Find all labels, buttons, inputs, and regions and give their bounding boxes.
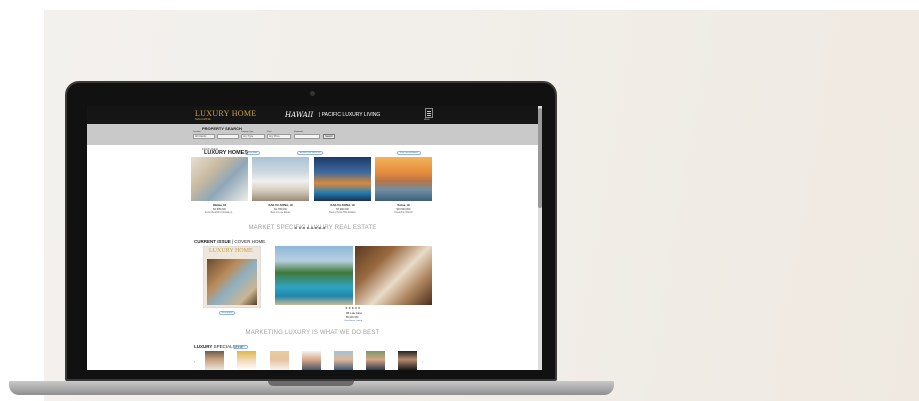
listing-photo[interactable] — [191, 157, 248, 201]
specialist-avatar[interactable] — [334, 351, 353, 370]
field-label-type: Property Type — [241, 131, 254, 133]
carousel-dots[interactable] — [295, 216, 335, 229]
listing-photo[interactable] — [252, 157, 309, 201]
menu-button[interactable] — [425, 108, 433, 118]
listing-card[interactable]: KAILUA-KONA, HI $1,799,000 Best in Luxe … — [252, 157, 309, 214]
property-search-bar: PROPERTY SEARCH Location All Islands Pro… — [87, 124, 538, 145]
location-select[interactable]: All Islands — [193, 134, 215, 139]
hamburger-icon-line — [427, 113, 431, 114]
cover-home-photo-pool[interactable] — [275, 246, 353, 305]
listing-location: Koloa, HI — [397, 203, 410, 207]
cover-home-photo-bedroom[interactable] — [355, 246, 432, 305]
featured-title: LUXURY HOMES — [204, 150, 249, 156]
webcam — [310, 91, 315, 96]
cover-photo — [207, 259, 257, 305]
specialists-prev-arrow[interactable]: ‹ — [194, 359, 195, 364]
current-issue-title-bold: CURRENT ISSUE — [194, 239, 231, 244]
listing-photo[interactable] — [375, 157, 432, 201]
cover-logo: LUXURY HOME — [209, 248, 253, 254]
current-issue-title: CURRENT ISSUE | COVER HOME — [194, 239, 265, 244]
specialist-avatar[interactable] — [205, 351, 224, 370]
keywords-input[interactable] — [294, 134, 320, 139]
read-online-button[interactable]: Read online — [219, 311, 235, 315]
listing-price: $1,799,000 — [274, 208, 287, 211]
specialists-title-bold: LUXURY — [194, 344, 213, 349]
field-label-keywords: Keywords — [294, 131, 303, 133]
specialists-view-more-button[interactable]: View More — [233, 345, 249, 349]
listing-card[interactable]: KAILUA-KONA, HI $7,990,000 Best of Kona … — [314, 157, 371, 214]
listing-description: Oceanfront Ranch — [394, 212, 413, 214]
menu-label: MENU — [424, 119, 430, 121]
hamburger-icon — [427, 111, 431, 112]
area-select[interactable] — [217, 134, 239, 139]
cover-home-link[interactable]: View Home Listing — [344, 320, 362, 322]
current-issue-title-rest: | COVER HOME — [230, 239, 266, 244]
specialist-avatar[interactable] — [237, 351, 256, 370]
cover-rating: ★★★★★ — [345, 306, 361, 310]
listing-price: $16,500,000 — [396, 208, 411, 211]
view-listings-button[interactable]: View Luxury Homes — [397, 151, 421, 155]
listing-description: Best of Kona Hills Estates — [329, 212, 356, 214]
field-label-price: Price — [267, 131, 272, 133]
listing-location: KAILUA-KONA, HI — [330, 203, 355, 207]
laptop-notch — [268, 381, 354, 386]
specialist-avatar[interactable] — [398, 351, 417, 370]
site-logo-sub: MAGAZINE — [195, 117, 211, 121]
advertise-button[interactable]: ADVERTISE WITH US — [297, 151, 324, 155]
scene: LUXURY HOME MAGAZINE HAWAII | PACIFIC LU… — [0, 0, 919, 401]
cover-home-price: $5,900,000 — [346, 316, 359, 319]
laptop-screen: LUXURY HOME MAGAZINE HAWAII | PACIFIC LU… — [87, 106, 542, 370]
cover-home-location: 95 Lau Aina — [346, 311, 362, 315]
listing-photo[interactable] — [314, 157, 371, 201]
listing-price: $7,990,000 — [336, 208, 349, 211]
listing-description: Iconic Beachfront Estate in... — [204, 212, 235, 214]
specialist-avatar[interactable] — [270, 351, 289, 370]
section-headline-2: MARKETING LUXURY IS WHAT WE DO BEST — [245, 330, 380, 336]
listing-location: KAILUA-KONA, HI — [268, 203, 293, 207]
scrollbar-thumb[interactable] — [538, 108, 542, 208]
brand-name: HAWAII — [285, 111, 314, 119]
hamburger-icon-line — [427, 115, 431, 116]
search-button[interactable]: Search — [323, 134, 335, 139]
magazine-cover[interactable]: LUXURY HOME — [203, 246, 261, 308]
listing-location: Wailea, HI — [212, 203, 227, 207]
listing-description: Best in Luxe Estate — [270, 212, 291, 214]
listing-card[interactable]: Koloa, HI $16,500,000 Oceanfront Ranch — [375, 157, 432, 214]
listing-card[interactable]: Wailea, HI $2,995,000 Iconic Beachfront … — [191, 157, 248, 214]
site-header: LUXURY HOME MAGAZINE HAWAII | PACIFIC LU… — [87, 106, 538, 124]
property-type-select[interactable]: Any Type — [241, 134, 265, 139]
listing-price: $2,995,000 — [213, 208, 226, 211]
section-headline: MARKET SPECIFIC LUXURY REAL ESTATE — [248, 225, 377, 231]
field-label-location: Location — [193, 131, 201, 133]
specialists-next-arrow[interactable]: › — [422, 359, 423, 364]
brand-tagline: | PACIFIC LUXURY LIVING — [319, 112, 381, 118]
specialist-avatar[interactable] — [302, 351, 321, 370]
view-more-button[interactable]: View More — [245, 151, 261, 155]
search-title: PROPERTY SEARCH — [202, 126, 242, 131]
specialist-avatar[interactable] — [366, 351, 385, 370]
price-select[interactable]: Any Price — [267, 134, 291, 139]
